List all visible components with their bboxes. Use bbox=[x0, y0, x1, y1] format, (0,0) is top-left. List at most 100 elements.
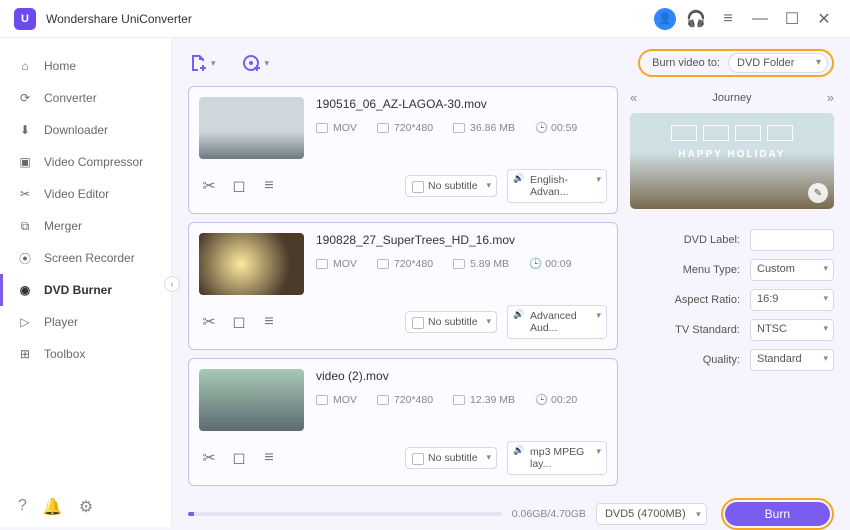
file-name: 190828_27_SuperTrees_HD_16.mov bbox=[316, 233, 607, 247]
resolution: 720*480 bbox=[377, 394, 433, 406]
settings-icon[interactable]: ⚙ bbox=[79, 497, 93, 517]
footer: 0.06GB/4.70GB DVD5 (4700MB) Burn bbox=[188, 498, 834, 530]
sidebar-icon: ▣ bbox=[18, 155, 32, 169]
more-icon[interactable]: ≡ bbox=[259, 448, 279, 468]
titlebar: U Wondershare UniConverter 👤 🎧 ≡ — ☐ ✕ bbox=[0, 0, 850, 38]
headset-icon[interactable]: 🎧 bbox=[684, 7, 708, 31]
sidebar-item-label: Home bbox=[44, 59, 76, 73]
user-avatar[interactable]: 👤 bbox=[654, 8, 676, 30]
sidebar-icon: ⊞ bbox=[18, 347, 32, 361]
edit-template-button[interactable]: ✎ bbox=[808, 183, 828, 203]
sidebar-item-video-editor[interactable]: ✂ Video Editor bbox=[0, 178, 171, 210]
tv-standard-select[interactable]: NTSC bbox=[750, 319, 834, 341]
chevron-down-icon: ▾ bbox=[211, 58, 216, 69]
prev-template-arrow[interactable]: « bbox=[630, 90, 637, 105]
load-disc-button[interactable]: ▾ bbox=[242, 53, 270, 73]
capacity-bar bbox=[188, 512, 502, 516]
sidebar-item-toolbox[interactable]: ⊞ Toolbox bbox=[0, 338, 171, 370]
more-icon[interactable]: ≡ bbox=[259, 312, 279, 332]
more-icon[interactable]: ≡ bbox=[259, 176, 279, 196]
sidebar-icon: ✂ bbox=[18, 187, 32, 201]
duration: 🕒 00:59 bbox=[535, 121, 577, 134]
sidebar-collapse-toggle[interactable]: ‹ bbox=[164, 276, 180, 292]
sidebar-icon: ⌂ bbox=[18, 59, 32, 73]
template-name: Journey bbox=[712, 92, 751, 104]
menu-icon[interactable]: ≡ bbox=[716, 7, 740, 31]
file-name: video (2).mov bbox=[316, 369, 607, 383]
bell-icon[interactable]: 🔔 bbox=[43, 497, 63, 517]
video-thumbnail[interactable] bbox=[199, 369, 304, 431]
sidebar-item-converter[interactable]: ⟳Converter bbox=[0, 82, 171, 114]
main-panel: ▾ ▾ Burn video to: DVD Folder 190516_06_… bbox=[172, 38, 850, 527]
trim-icon[interactable]: ✂ bbox=[199, 448, 219, 468]
maximize-icon[interactable]: ☐ bbox=[780, 7, 804, 31]
trim-icon[interactable]: ✂ bbox=[199, 176, 219, 196]
video-thumbnail[interactable] bbox=[199, 97, 304, 159]
subtitle-select[interactable]: No subtitle bbox=[405, 311, 497, 333]
add-file-button[interactable]: ▾ bbox=[188, 53, 216, 73]
sidebar-icon: ⦿ bbox=[18, 250, 32, 267]
burn-button[interactable]: Burn bbox=[725, 502, 830, 526]
sidebar-item-screen-recorder[interactable]: ⦿ Screen Recorder bbox=[0, 242, 171, 274]
file-name: 190516_06_AZ-LAGOA-30.mov bbox=[316, 97, 607, 111]
minimize-icon[interactable]: — bbox=[748, 7, 772, 31]
sidebar-item-video-compressor[interactable]: ▣ Video Compressor bbox=[0, 146, 171, 178]
sidebar-item-label: Player bbox=[44, 315, 78, 329]
subtitle-select[interactable]: No subtitle bbox=[405, 447, 497, 469]
quality-label: Quality: bbox=[703, 354, 740, 366]
file-size: 12.39 MB bbox=[453, 394, 515, 406]
sidebar-item-label: Downloader bbox=[44, 123, 108, 137]
crop-icon[interactable]: ◻ bbox=[229, 448, 249, 468]
sidebar-icon: ⧉ bbox=[18, 219, 32, 234]
burn-to-select[interactable]: DVD Folder bbox=[728, 53, 828, 73]
format-badge: MOV bbox=[316, 122, 357, 134]
chevron-down-icon: ▾ bbox=[265, 58, 270, 69]
disk-type-select[interactable]: DVD5 (4700MB) bbox=[596, 503, 707, 525]
burn-target-group: Burn video to: DVD Folder bbox=[638, 49, 834, 77]
template-panel: « Journey » HAPPY HOLIDAY ✎ DVD Label: M… bbox=[630, 86, 834, 494]
file-card[interactable]: 190516_06_AZ-LAGOA-30.movMOV720*48036.86… bbox=[188, 86, 618, 214]
subtitle-select[interactable]: No subtitle bbox=[405, 175, 497, 197]
sidebar: ⌂ Home ⟳Converter⬇Downloader ▣ Video Compres… bbox=[0, 38, 172, 527]
sidebar-item-dvd-burner[interactable]: ◉ DVD Burner bbox=[0, 274, 171, 306]
crop-icon[interactable]: ◻ bbox=[229, 176, 249, 196]
file-card[interactable]: 190828_27_SuperTrees_HD_16.mov MOV 720*480… bbox=[188, 222, 618, 350]
file-card[interactable]: video (2).mov MOV 720*480 12.39 MB 🕒 00:20 ✂ ◻… bbox=[188, 358, 618, 486]
audio-select[interactable]: mp3 MPEG lay... bbox=[507, 441, 607, 475]
resolution: 720*480 bbox=[377, 258, 433, 270]
sidebar-item-player[interactable]: ▷Player bbox=[0, 306, 171, 338]
app-logo: U bbox=[14, 8, 36, 30]
dvd-label-input[interactable] bbox=[750, 229, 834, 251]
burn-to-label: Burn video to: bbox=[652, 57, 720, 69]
aspect-ratio-select[interactable]: 16:9 bbox=[750, 289, 834, 311]
close-icon[interactable]: ✕ bbox=[812, 7, 836, 31]
sidebar-item-label: Video Editor bbox=[44, 187, 109, 201]
menu-type-select[interactable]: Custom bbox=[750, 259, 834, 281]
template-caption: HAPPY HOLIDAY bbox=[630, 149, 834, 160]
quality-select[interactable]: Standard bbox=[750, 349, 834, 371]
sidebar-icon: ◉ bbox=[18, 283, 32, 297]
aspect-ratio-label: Aspect Ratio: bbox=[675, 294, 740, 306]
help-icon[interactable]: ? bbox=[18, 497, 27, 517]
duration: 🕒 00:20 bbox=[535, 393, 577, 406]
sidebar-item-label: Screen Recorder bbox=[44, 251, 135, 265]
video-thumbnail[interactable] bbox=[199, 233, 304, 295]
file-size: 5.89 MB bbox=[453, 258, 509, 270]
sidebar-item-label: DVD Burner bbox=[44, 283, 112, 297]
file-list: 190516_06_AZ-LAGOA-30.movMOV720*48036.86… bbox=[188, 86, 618, 494]
audio-select[interactable]: Advanced Aud... bbox=[507, 305, 607, 339]
crop-icon[interactable]: ◻ bbox=[229, 312, 249, 332]
trim-icon[interactable]: ✂ bbox=[199, 312, 219, 332]
sidebar-item-home[interactable]: ⌂ Home bbox=[0, 50, 171, 82]
dvd-label-label: DVD Label: bbox=[684, 234, 740, 246]
app-title: Wondershare UniConverter bbox=[46, 12, 192, 26]
sidebar-item-merger[interactable]: ⧉Merger bbox=[0, 210, 171, 242]
format-badge: MOV bbox=[316, 394, 357, 406]
audio-select[interactable]: English-Advan... bbox=[507, 169, 607, 203]
sidebar-item-label: Converter bbox=[44, 91, 97, 105]
format-badge: MOV bbox=[316, 258, 357, 270]
sidebar-item-label: Video Compressor bbox=[44, 155, 143, 169]
next-template-arrow[interactable]: » bbox=[827, 90, 834, 105]
sidebar-item-label: Toolbox bbox=[44, 347, 85, 361]
sidebar-item-downloader[interactable]: ⬇Downloader bbox=[0, 114, 171, 146]
